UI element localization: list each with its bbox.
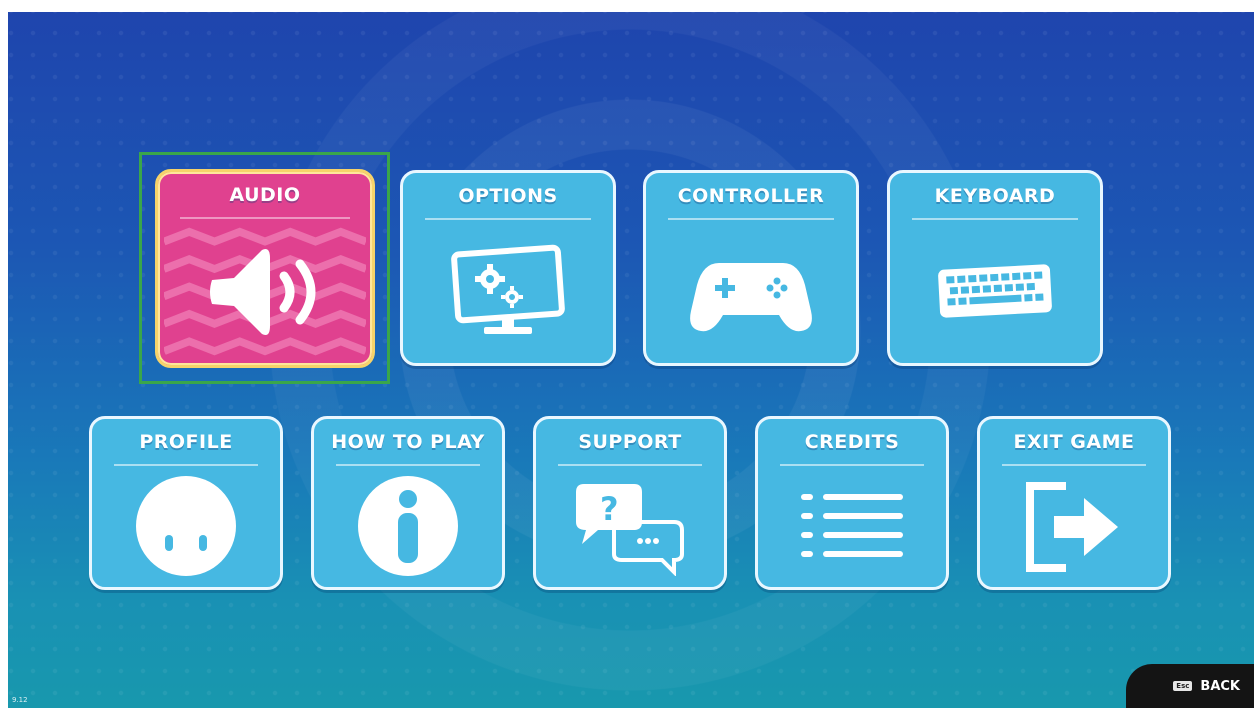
exit-game-tile[interactable]: EXIT GAME [977,416,1171,590]
profile-face-icon [92,471,280,581]
tile-divider [180,217,350,219]
tile-divider [912,218,1078,220]
tile-label: CONTROLLER [677,185,825,207]
profile-tile[interactable]: PROFILE [89,416,283,590]
tile-label: AUDIO [229,184,301,206]
tile-label: CREDITS [804,431,900,453]
credits-tile[interactable]: CREDITS [755,416,949,590]
top-edge [0,0,1254,12]
keyboard-icon [890,225,1100,357]
tile-label: HOW TO PLAY [331,431,485,453]
chat-bubbles-icon: ? [536,471,724,581]
svg-text:?: ? [600,490,619,528]
tile-divider [114,464,258,466]
left-edge [0,0,8,708]
how-to-play-tile[interactable]: HOW TO PLAY [311,416,505,590]
keyboard-tile[interactable]: KEYBOARD [887,170,1103,366]
tile-label: KEYBOARD [934,185,1056,207]
back-button[interactable]: Esc BACK [1126,664,1254,708]
gamepad-icon [646,225,856,357]
version-label: 9.12 [12,696,28,704]
esc-key-hint: Esc [1173,681,1193,691]
tile-label: SUPPORT [578,431,682,453]
controller-tile[interactable]: CONTROLLER [643,170,859,366]
tile-label: PROFILE [139,431,233,453]
tile-divider [1002,464,1146,466]
support-tile[interactable]: SUPPORT ? [533,416,727,590]
info-icon [314,471,502,581]
audio-tile[interactable]: AUDIO [155,169,375,368]
list-icon [758,471,946,581]
options-tile[interactable]: OPTIONS [400,170,616,366]
tile-divider [425,218,591,220]
tile-label: EXIT GAME [1013,431,1135,453]
tile-divider [780,464,924,466]
speaker-icon [158,224,372,359]
tile-divider [558,464,702,466]
tile-divider [668,218,834,220]
exit-door-icon [980,471,1168,581]
tile-label: OPTIONS [458,185,558,207]
monitor-gears-icon [403,225,613,357]
tile-divider [336,464,480,466]
back-label: BACK [1200,678,1240,694]
